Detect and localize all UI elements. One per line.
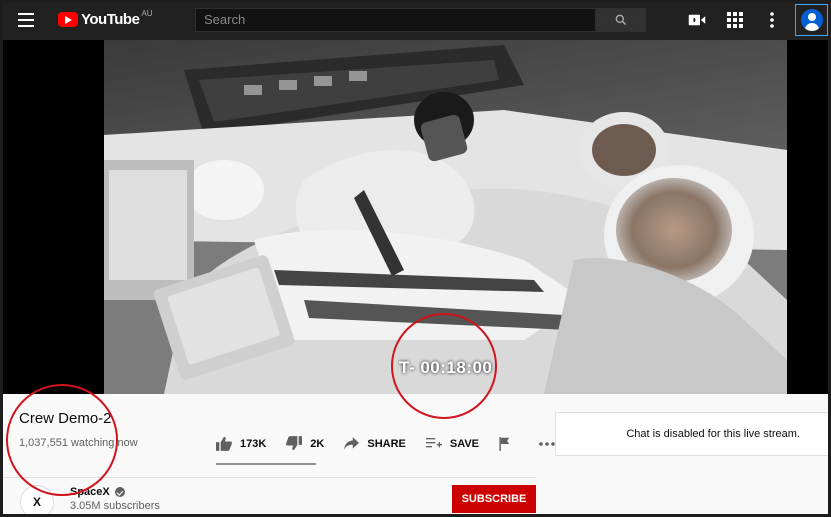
thumbs-down-icon [286,436,303,451]
channel-avatar[interactable]: X [20,485,54,517]
logo-text: YouTube [81,11,140,28]
apps-grid-icon[interactable] [726,11,744,29]
more-vert-icon[interactable] [763,11,781,29]
menu-icon[interactable] [14,10,40,30]
youtube-logo[interactable]: YouTube AU [58,9,153,28]
report-button[interactable] [499,436,519,451]
save-button[interactable]: SAVE [425,437,480,451]
share-button[interactable]: SHARE [344,437,406,450]
dislike-count: 2K [310,437,325,450]
top-bar: YouTube AU Search [0,0,831,40]
subscriber-count: 3.05M subscribers [70,500,160,512]
logo-region: AU [141,9,153,18]
verified-icon [114,487,125,497]
chat-disabled-message: Chat is disabled for this live stream. [626,428,800,440]
chat-disabled-box: Chat is disabled for this live stream. [555,412,831,456]
playlist-add-icon [425,437,442,447]
dislike-button[interactable]: 2K [286,436,324,451]
more-horiz-icon [539,441,555,446]
sentiment-bar [216,463,316,465]
channel-name-text: SpaceX [70,486,110,498]
like-button[interactable]: 173K [216,436,266,451]
account-button[interactable] [795,4,828,36]
video-frame[interactable]: T- 00:18:00 [104,40,787,394]
channel-name[interactable]: SpaceX [70,486,125,498]
video-title: Crew Demo-2 [19,410,112,427]
search-button[interactable] [596,8,646,32]
thumbs-up-icon [216,436,232,451]
capsule-interior-image [104,40,787,394]
youtube-logo-icon [58,12,78,27]
account-icon [800,9,823,31]
flag-icon [499,436,510,451]
divider [0,477,536,478]
countdown-timer: T- 00:18:00 [399,358,493,377]
view-count: 1,037,551 watching now [19,437,138,449]
subscribe-button[interactable]: SUBSCRIBE [452,485,536,513]
video-camera-icon[interactable] [688,11,706,29]
save-label: SAVE [449,437,480,450]
share-label: SHARE [367,437,406,450]
share-icon [344,437,360,450]
like-count: 173K [240,437,267,450]
video-player[interactable]: T- 00:18:00 [0,40,831,394]
action-bar: 173K 2K SHARE SAVE [216,436,583,451]
search-icon [615,14,627,26]
search-input[interactable]: Search [195,8,596,32]
